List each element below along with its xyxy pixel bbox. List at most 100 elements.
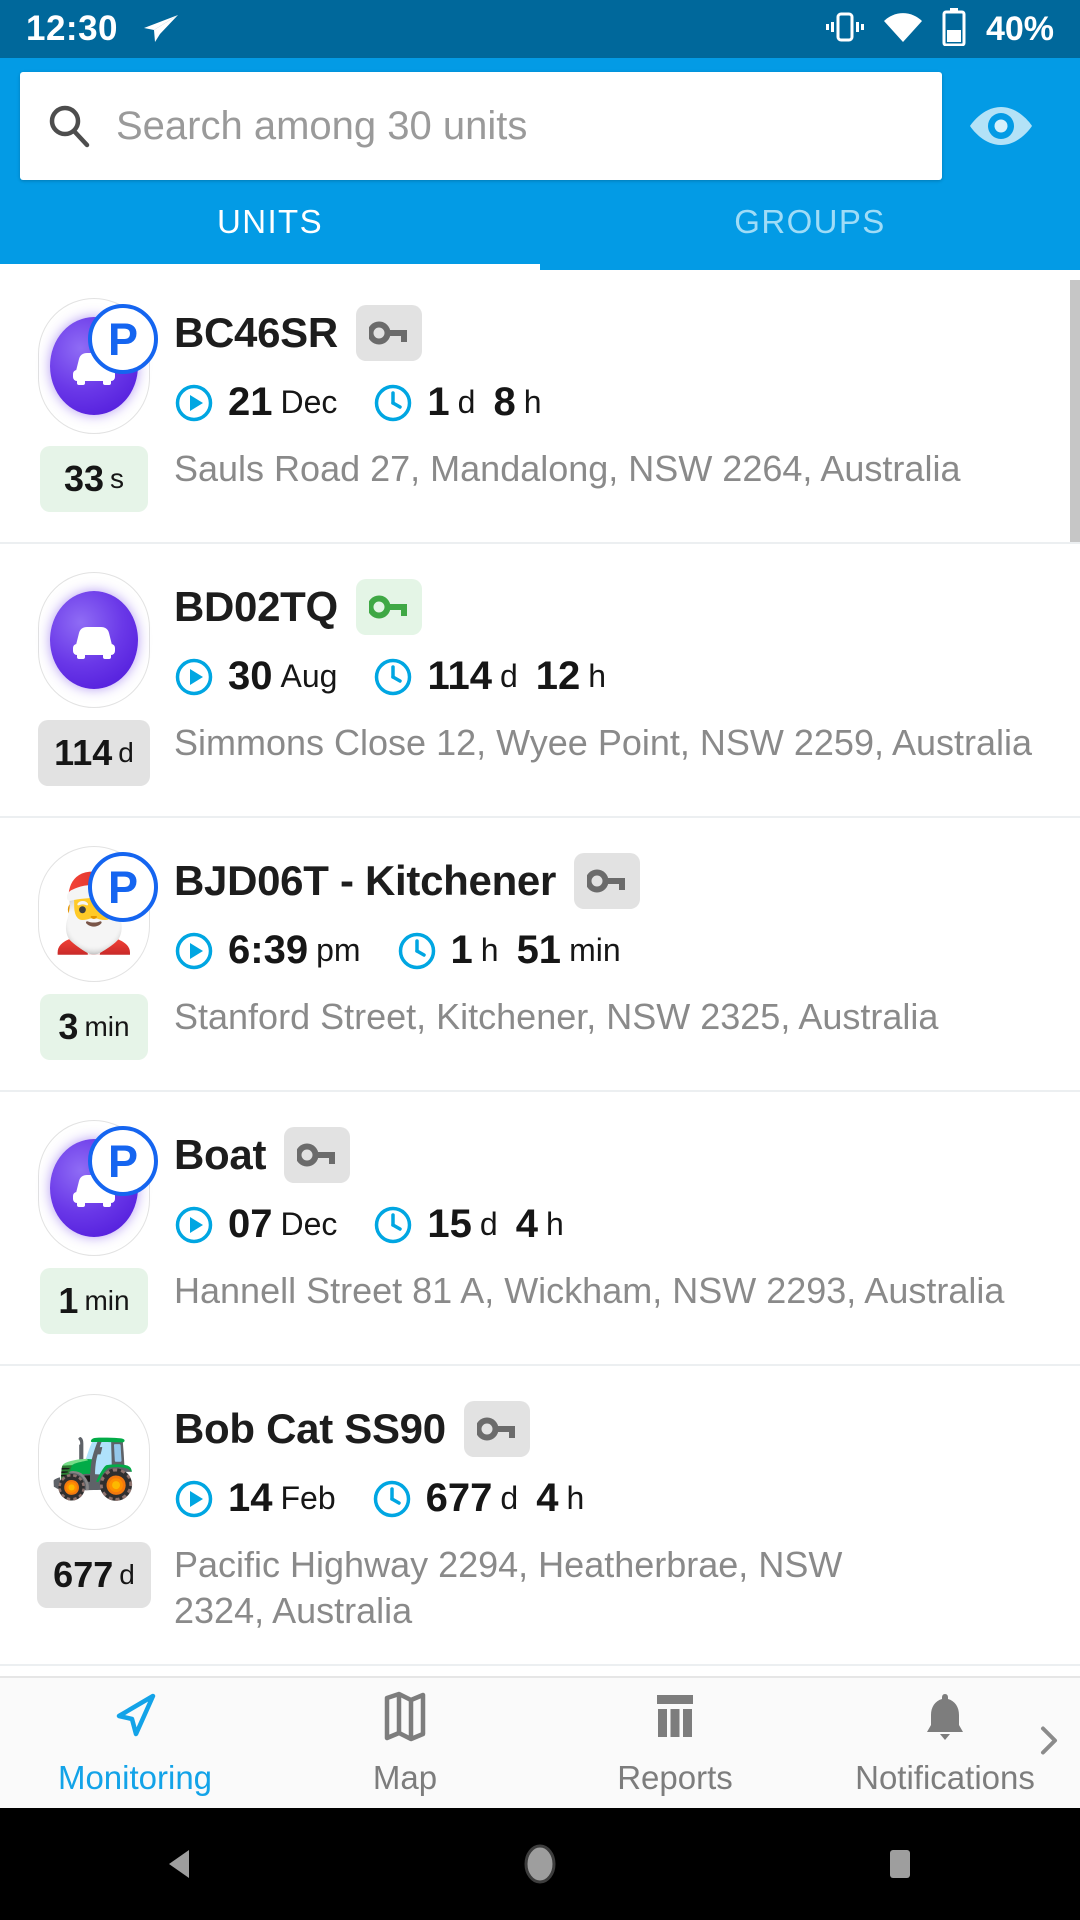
list-scrollbar[interactable] xyxy=(1070,280,1080,542)
unit-avatar-wrap xyxy=(26,572,162,708)
search-icon xyxy=(46,103,92,149)
unit-list[interactable]: P BC46SR 21 Dec 1 d 8 h 33 s Sauls Road … xyxy=(0,270,1080,1676)
unit-meta-row: 6:39 pm 1 h 51 min xyxy=(174,928,1054,973)
unit-info: Boat 07 Dec 15 d 4 h xyxy=(162,1120,1054,1256)
duration-unit-2: min xyxy=(569,932,621,968)
bottom-nav: Monitoring Map Reports Notifications xyxy=(0,1676,1080,1808)
unit-address-row: 114 d Simmons Close 12, Wyee Point, NSW … xyxy=(0,708,1080,786)
last-message-value: 30 xyxy=(228,654,273,698)
duration-meta: 114 d 12 h xyxy=(373,654,606,699)
play-circle-icon xyxy=(174,657,214,697)
unit-address-row: 3 min Stanford Street, Kitchener, NSW 23… xyxy=(0,982,1080,1060)
play-circle-icon xyxy=(174,383,214,423)
status-badge: 1 min xyxy=(40,1268,148,1334)
duration-meta: 1 h 51 min xyxy=(397,928,621,973)
status-badge-value: 677 xyxy=(53,1554,114,1595)
status-badge-unit: min xyxy=(84,1285,130,1316)
avatar: 🚜 xyxy=(38,1394,150,1530)
duration-value-1: 677 xyxy=(425,1476,493,1520)
unit-info: Bob Cat SS90 14 Feb 677 d 4 h xyxy=(162,1394,1054,1530)
ignition-key-icon xyxy=(284,1127,351,1183)
back-triangle-icon[interactable] xyxy=(120,1808,240,1920)
duration-unit-2: h xyxy=(545,1206,564,1242)
clock-icon xyxy=(373,383,413,423)
duration-value-2: 12 xyxy=(535,654,581,698)
parking-badge-icon: P xyxy=(88,852,158,922)
unit-address: Simmons Close 12, Wyee Point, NSW 2259, … xyxy=(174,722,1033,763)
last-message-unit: pm xyxy=(316,932,361,968)
ignition-key-icon xyxy=(355,305,422,361)
send-icon xyxy=(140,13,180,45)
unit-address-row: 33 s Sauls Road 27, Mandalong, NSW 2264,… xyxy=(0,434,1080,512)
recents-square-icon[interactable] xyxy=(840,1808,960,1920)
nav-item-map[interactable]: Map xyxy=(270,1690,540,1797)
unit-list-item[interactable]: 🚜 Bob Cat SS90 14 Feb 677 d 4 h 677 d Pa… xyxy=(0,1366,1080,1667)
unit-title-row: Boat xyxy=(174,1120,1054,1190)
duration-unit-2: h xyxy=(588,658,607,694)
duration-unit-1: d xyxy=(479,1206,498,1242)
duration-meta: 677 d 4 h xyxy=(372,1476,584,1521)
unit-avatar-wrap: 🎅 P xyxy=(26,846,162,982)
unit-main: BD02TQ 30 Aug 114 d 12 h xyxy=(0,572,1080,708)
tab-bar: UNITS GROUPS xyxy=(0,174,1080,270)
unit-meta-row: 21 Dec 1 d 8 h xyxy=(174,380,1054,425)
last-message-meta: 07 Dec xyxy=(174,1202,337,1247)
status-bar-icons: 40% xyxy=(825,7,1054,51)
search-row: Search among 30 units xyxy=(0,58,1080,180)
reports-icon xyxy=(651,1690,699,1747)
status-badge-value: 33 xyxy=(63,458,105,499)
unit-title-row: BC46SR xyxy=(174,298,1054,368)
unit-name: BC46SR xyxy=(174,309,338,356)
tab-groups[interactable]: GROUPS xyxy=(540,174,1080,270)
unit-info: BD02TQ 30 Aug 114 d 12 h xyxy=(162,572,1054,708)
unit-list-item[interactable]: P BC46SR 21 Dec 1 d 8 h 33 s Sauls Road … xyxy=(0,270,1080,544)
app-header: Search among 30 units UNITS GROUPS xyxy=(0,58,1080,270)
ignition-key-icon xyxy=(463,1401,530,1457)
parking-badge-icon: P xyxy=(88,304,158,374)
status-badge-value: 114 xyxy=(54,732,113,773)
unit-main: 🚜 Bob Cat SS90 14 Feb 677 d 4 h xyxy=(0,1394,1080,1530)
unit-address: Sauls Road 27, Mandalong, NSW 2264, Aust… xyxy=(174,448,961,489)
duration-value-2: 4 xyxy=(515,1202,538,1246)
last-message-value: 07 xyxy=(228,1202,273,1246)
status-badge-value: 3 xyxy=(58,1006,79,1047)
unit-name: BJD06T - Kitchener xyxy=(174,857,557,904)
unit-meta-row: 07 Dec 15 d 4 h xyxy=(174,1202,1054,1247)
status-badge: 33 s xyxy=(40,446,148,512)
car-icon xyxy=(50,591,138,689)
last-update-badge-wrap: 114 d xyxy=(26,720,162,786)
unit-list-item[interactable]: 🎅 P BJD06T - Kitchener 6:39 pm 1 h 51 mi… xyxy=(0,818,1080,1092)
nav-item-monitoring[interactable]: Monitoring xyxy=(0,1690,270,1797)
clock-icon xyxy=(372,1479,412,1519)
unit-address: Pacific Highway 2294, Heatherbrae, NSW 2… xyxy=(174,1544,843,1632)
duration-value-2: 8 xyxy=(493,380,516,424)
duration-meta: 15 d 4 h xyxy=(373,1202,564,1247)
last-update-badge-wrap: 677 d xyxy=(26,1542,162,1608)
battery-icon xyxy=(941,7,967,51)
duration-meta: 1 d 8 h xyxy=(373,380,542,425)
unit-meta-row: 14 Feb 677 d 4 h xyxy=(174,1476,1054,1521)
eye-icon[interactable] xyxy=(942,99,1060,153)
search-box[interactable]: Search among 30 units xyxy=(20,72,942,180)
home-circle-icon[interactable] xyxy=(480,1808,600,1920)
status-bar: 12:30 40% xyxy=(0,0,1080,58)
ignition-key-icon xyxy=(355,579,422,635)
chevron-right-icon[interactable] xyxy=(1034,1719,1064,1768)
app-root: 12:30 40% Search among 30 units UNITS GR… xyxy=(0,0,1080,1920)
nav-item-reports[interactable]: Reports xyxy=(540,1690,810,1797)
parking-badge-icon: P xyxy=(88,1126,158,1196)
unit-list-item[interactable]: P Boat 07 Dec 15 d 4 h 1 min Hannell Str… xyxy=(0,1092,1080,1366)
play-circle-icon xyxy=(174,1479,214,1519)
tab-units[interactable]: UNITS xyxy=(0,174,540,270)
status-badge: 677 d xyxy=(37,1542,151,1608)
unit-name: Boat xyxy=(174,1131,267,1178)
duration-value-1: 1 xyxy=(450,928,473,972)
unit-list-item[interactable]: BD02TQ 30 Aug 114 d 12 h 114 d Simmons C… xyxy=(0,544,1080,818)
search-input[interactable]: Search among 30 units xyxy=(116,104,527,149)
duration-value-1: 15 xyxy=(427,1202,472,1246)
unit-avatar-wrap: 🚜 xyxy=(26,1394,162,1530)
status-badge-unit: min xyxy=(84,1011,130,1042)
last-message-unit: Aug xyxy=(280,658,338,694)
map-icon xyxy=(381,1690,429,1747)
nav-label-reports: Reports xyxy=(617,1758,733,1796)
